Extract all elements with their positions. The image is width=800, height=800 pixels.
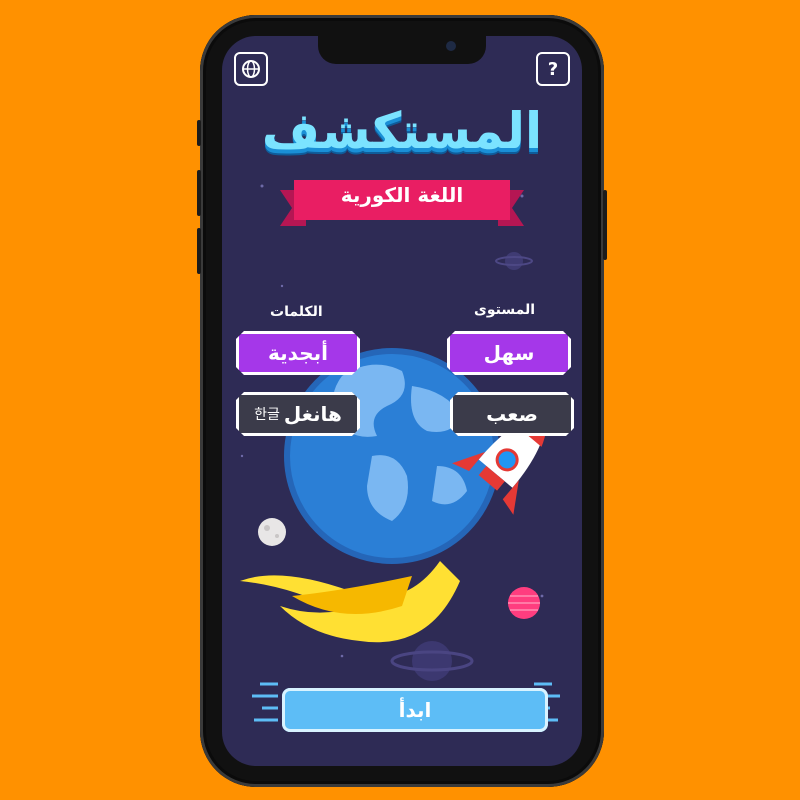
start-button[interactable]: ابدأ — [282, 688, 548, 732]
ringed-planet-icon — [390, 641, 474, 681]
pink-planet-icon — [508, 587, 540, 619]
words-alphabet-button[interactable]: أبجدية — [236, 331, 360, 375]
ringed-planet-icon — [495, 252, 533, 270]
level-label: المستوى — [474, 302, 536, 318]
phone-notch — [318, 36, 486, 64]
app-subtitle: اللغة الكورية — [340, 183, 464, 207]
words-label: الكلمات — [270, 304, 323, 320]
help-icon: ? — [547, 58, 559, 80]
words-hangul-button[interactable]: هانغل 한글 — [236, 392, 360, 436]
earth-icon — [284, 348, 500, 564]
globe-icon — [242, 60, 260, 78]
moon-icon — [258, 518, 286, 546]
phone-power-button — [603, 190, 607, 260]
language-button[interactable] — [234, 52, 268, 86]
front-camera — [446, 41, 456, 51]
phone-volume-down — [197, 228, 201, 274]
phone-volume-up — [197, 170, 201, 216]
words-hangul-label: هانغل — [283, 402, 342, 426]
level-easy-button[interactable]: سهل — [447, 331, 571, 375]
rocket-flame-icon — [240, 561, 460, 643]
app-title: المستكشف — [261, 102, 543, 160]
hangul-text: 한글 — [254, 407, 280, 423]
level-hard-button[interactable]: صعب — [450, 392, 574, 436]
phone-side-button — [197, 120, 201, 146]
help-button[interactable]: ? — [536, 52, 570, 86]
